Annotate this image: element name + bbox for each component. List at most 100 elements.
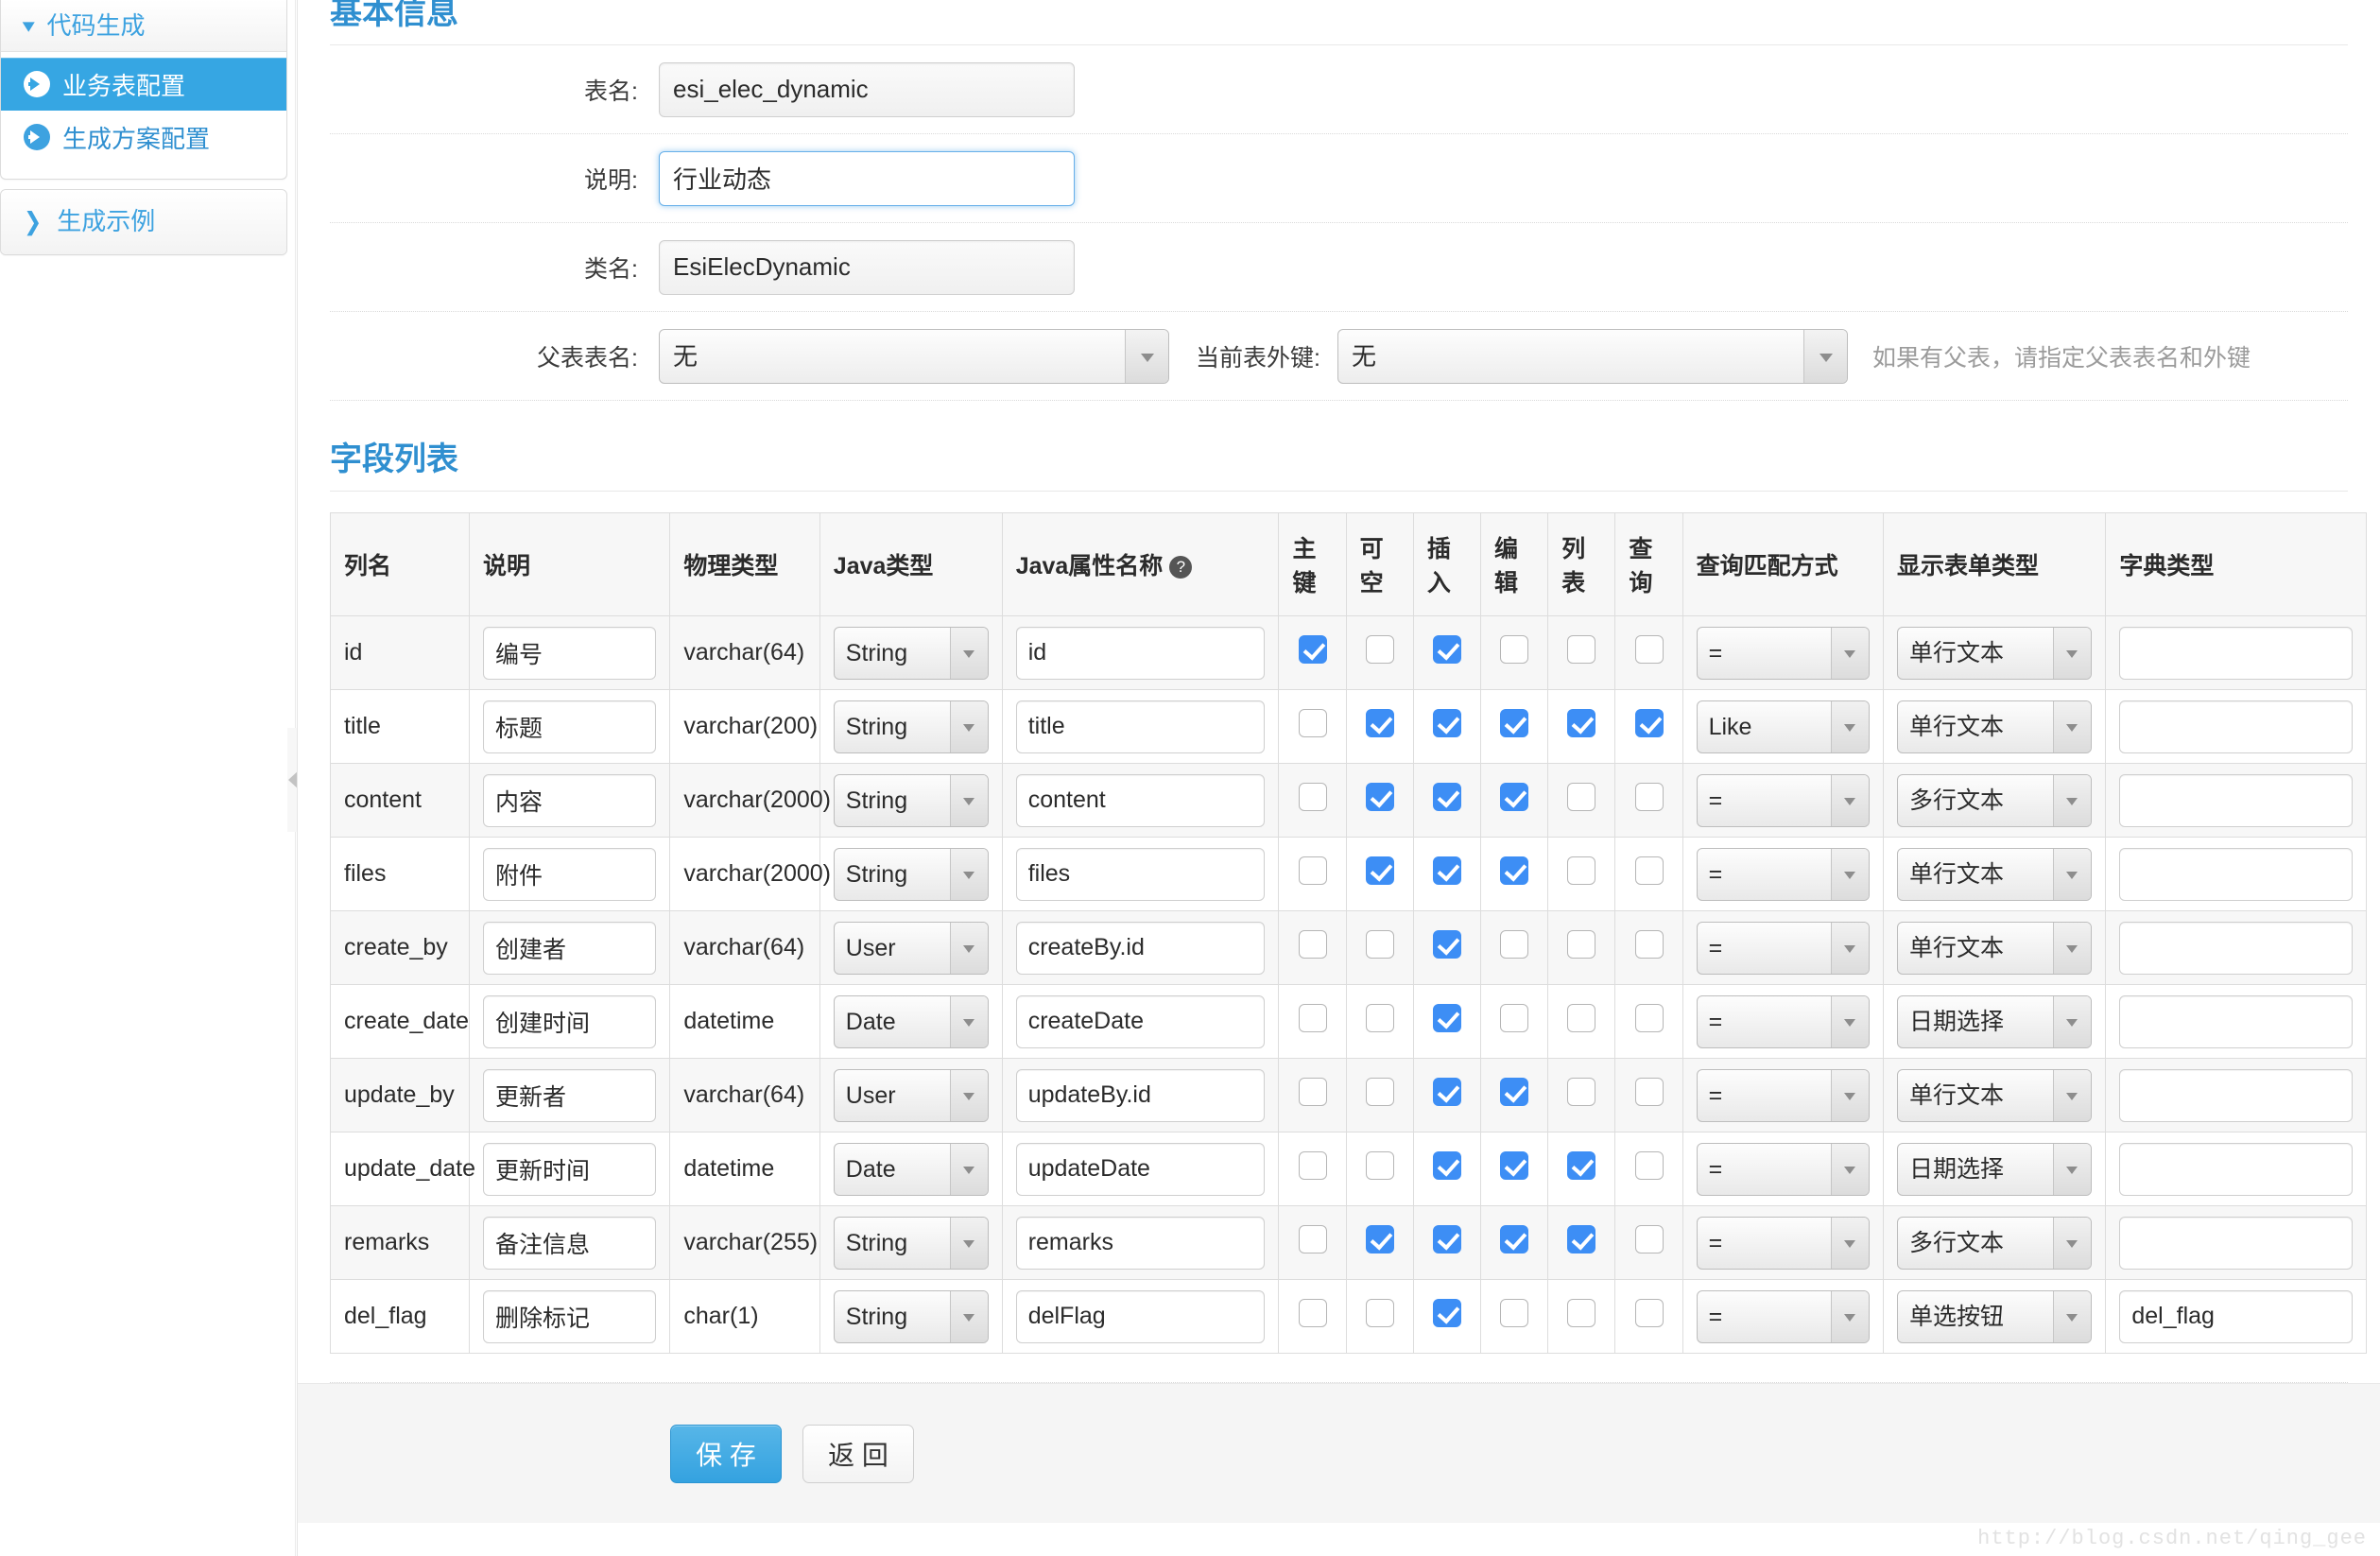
show-type-select[interactable]: 单行文本 — [1897, 921, 2093, 975]
sidebar-item-generate-scheme-config[interactable]: 生成方案配置 — [1, 111, 286, 164]
parent-table-select[interactable]: 无 — [659, 328, 1169, 384]
show-type-select[interactable]: 日期选择 — [1897, 1142, 2093, 1196]
query-type-select[interactable]: = — [1696, 921, 1870, 975]
insert-checkbox[interactable] — [1432, 930, 1461, 959]
comment-input[interactable] — [482, 1142, 657, 1196]
query-checkbox[interactable] — [1634, 1151, 1664, 1180]
java-type-select[interactable]: String — [833, 1216, 989, 1270]
back-button[interactable]: 返 回 — [802, 1424, 914, 1483]
show-type-select[interactable]: 单选按钮 — [1897, 1289, 2093, 1343]
list-checkbox[interactable] — [1567, 930, 1596, 959]
nullable-checkbox[interactable] — [1365, 1151, 1394, 1180]
comment-input[interactable] — [482, 994, 657, 1048]
dict-type-input[interactable] — [2119, 1068, 2353, 1122]
list-checkbox[interactable] — [1567, 783, 1596, 811]
java-type-select[interactable]: String — [833, 773, 989, 827]
list-checkbox[interactable] — [1567, 1078, 1596, 1106]
show-type-select[interactable]: 单行文本 — [1897, 700, 2093, 753]
comment-input[interactable] — [482, 626, 657, 680]
java-field-input[interactable] — [1015, 1068, 1266, 1122]
java-field-input[interactable] — [1015, 773, 1266, 827]
dict-type-input[interactable] — [2119, 847, 2353, 901]
show-type-select[interactable]: 日期选择 — [1897, 994, 2093, 1048]
query-checkbox[interactable] — [1634, 856, 1664, 885]
query-type-select[interactable]: = — [1696, 994, 1870, 1048]
show-type-select[interactable]: 多行文本 — [1897, 773, 2093, 827]
insert-checkbox[interactable] — [1432, 856, 1461, 885]
insert-checkbox[interactable] — [1432, 635, 1461, 664]
java-field-input[interactable] — [1015, 994, 1266, 1048]
nullable-checkbox[interactable] — [1365, 709, 1394, 737]
class-name-input[interactable] — [659, 239, 1075, 295]
java-type-select[interactable]: String — [833, 847, 989, 901]
nullable-checkbox[interactable] — [1365, 1004, 1394, 1032]
comment-input[interactable] — [482, 1289, 657, 1343]
query-checkbox[interactable] — [1634, 709, 1664, 737]
query-type-select[interactable]: = — [1696, 1216, 1870, 1270]
java-field-input[interactable] — [1015, 847, 1266, 901]
nullable-checkbox[interactable] — [1365, 1078, 1394, 1106]
edit-checkbox[interactable] — [1500, 856, 1529, 885]
edit-checkbox[interactable] — [1500, 635, 1529, 664]
query-type-select[interactable]: = — [1696, 1142, 1870, 1196]
show-type-select[interactable]: 单行文本 — [1897, 1068, 2093, 1122]
edit-checkbox[interactable] — [1500, 930, 1529, 959]
dict-type-input[interactable] — [2119, 1142, 2353, 1196]
nullable-checkbox[interactable] — [1365, 1299, 1394, 1327]
nullable-checkbox[interactable] — [1365, 1225, 1394, 1253]
pk-checkbox[interactable] — [1298, 709, 1327, 737]
pk-checkbox[interactable] — [1298, 1078, 1327, 1106]
sidebar-item-business-table-config[interactable]: 业务表配置 — [1, 58, 286, 111]
insert-checkbox[interactable] — [1432, 1299, 1461, 1327]
pk-checkbox[interactable] — [1298, 1004, 1327, 1032]
query-type-select[interactable]: = — [1696, 626, 1870, 680]
dict-type-input[interactable] — [2119, 1289, 2353, 1343]
list-checkbox[interactable] — [1567, 1225, 1596, 1253]
list-checkbox[interactable] — [1567, 1299, 1596, 1327]
java-type-select[interactable]: String — [833, 1289, 989, 1343]
query-checkbox[interactable] — [1634, 635, 1664, 664]
comment-input[interactable] — [482, 1068, 657, 1122]
java-type-select[interactable]: Date — [833, 1142, 989, 1196]
question-mark-icon[interactable]: ? — [1169, 556, 1193, 579]
java-type-select[interactable]: User — [833, 921, 989, 975]
table-name-input[interactable] — [659, 61, 1075, 117]
description-input[interactable] — [659, 150, 1075, 206]
pk-checkbox[interactable] — [1298, 856, 1327, 885]
dict-type-input[interactable] — [2119, 994, 2353, 1048]
dict-type-input[interactable] — [2119, 773, 2353, 827]
list-checkbox[interactable] — [1567, 635, 1596, 664]
java-field-input[interactable] — [1015, 921, 1266, 975]
edit-checkbox[interactable] — [1500, 783, 1529, 811]
java-type-select[interactable]: Date — [833, 994, 989, 1048]
query-checkbox[interactable] — [1634, 1004, 1664, 1032]
edit-checkbox[interactable] — [1500, 1299, 1529, 1327]
query-checkbox[interactable] — [1634, 1299, 1664, 1327]
comment-input[interactable] — [482, 921, 657, 975]
insert-checkbox[interactable] — [1432, 783, 1461, 811]
java-type-select[interactable]: String — [833, 700, 989, 753]
list-checkbox[interactable] — [1567, 1004, 1596, 1032]
list-checkbox[interactable] — [1567, 709, 1596, 737]
show-type-select[interactable]: 单行文本 — [1897, 847, 2093, 901]
show-type-select[interactable]: 单行文本 — [1897, 626, 2093, 680]
pk-checkbox[interactable] — [1298, 635, 1327, 664]
insert-checkbox[interactable] — [1432, 1078, 1461, 1106]
query-type-select[interactable]: = — [1696, 1068, 1870, 1122]
edit-checkbox[interactable] — [1500, 1078, 1529, 1106]
query-type-select[interactable]: = — [1696, 1289, 1870, 1343]
insert-checkbox[interactable] — [1432, 1151, 1461, 1180]
java-field-input[interactable] — [1015, 700, 1266, 753]
query-type-select[interactable]: Like — [1696, 700, 1870, 753]
list-checkbox[interactable] — [1567, 856, 1596, 885]
foreign-key-select[interactable]: 无 — [1337, 328, 1848, 384]
java-field-input[interactable] — [1015, 1142, 1266, 1196]
edit-checkbox[interactable] — [1500, 1004, 1529, 1032]
nullable-checkbox[interactable] — [1365, 856, 1394, 885]
save-button[interactable]: 保 存 — [670, 1424, 782, 1483]
pk-checkbox[interactable] — [1298, 930, 1327, 959]
dict-type-input[interactable] — [2119, 921, 2353, 975]
edit-checkbox[interactable] — [1500, 709, 1529, 737]
pk-checkbox[interactable] — [1298, 1151, 1327, 1180]
comment-input[interactable] — [482, 773, 657, 827]
